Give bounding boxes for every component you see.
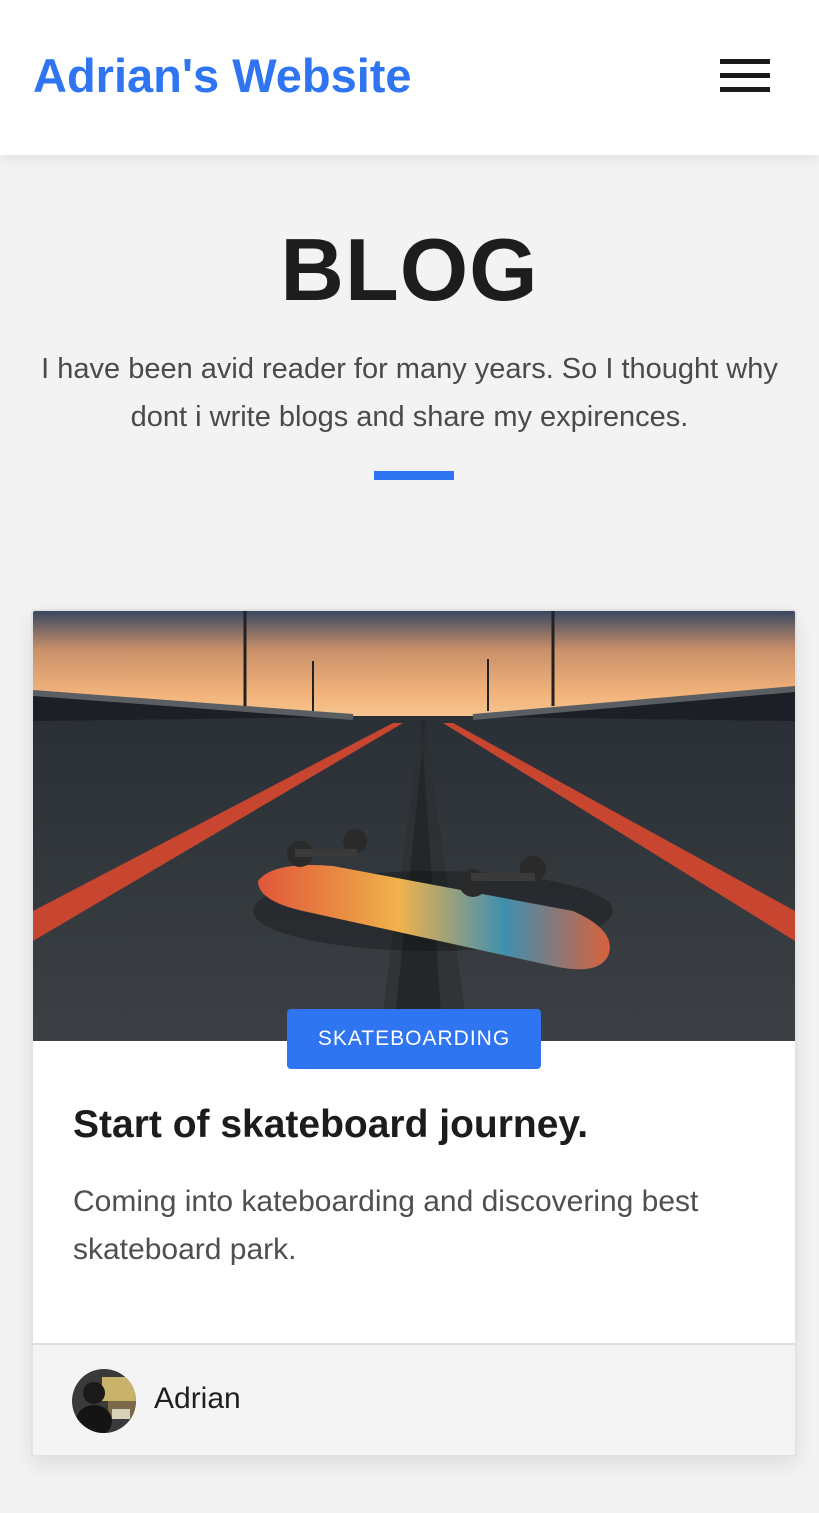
title-divider	[374, 471, 454, 480]
post-cover-image[interactable]	[33, 611, 795, 1041]
site-title-link[interactable]: Adrian's Website	[33, 48, 412, 104]
post-title[interactable]: Start of skateboard journey.	[73, 1101, 588, 1149]
hamburger-menu-icon	[720, 59, 770, 64]
post-excerpt: Coming into kateboarding and discovering…	[73, 1185, 699, 1266]
hamburger-menu-icon	[720, 73, 770, 78]
page-subtitle: I have been avid reader for many years. …	[41, 353, 778, 433]
author-name[interactable]: Adrian	[154, 1381, 241, 1417]
page-title: BLOG	[280, 220, 539, 319]
post-footer: Adrian	[33, 1343, 795, 1455]
author-avatar[interactable]	[72, 1369, 136, 1433]
hamburger-menu-icon	[720, 87, 770, 92]
hamburger-menu-button[interactable]	[714, 54, 776, 98]
blog-post-card[interactable]: SKATEBOARDING Start of skateboard journe…	[31, 609, 797, 1457]
navbar: Adrian's Website	[0, 0, 819, 155]
category-badge[interactable]: SKATEBOARDING	[287, 1009, 541, 1069]
